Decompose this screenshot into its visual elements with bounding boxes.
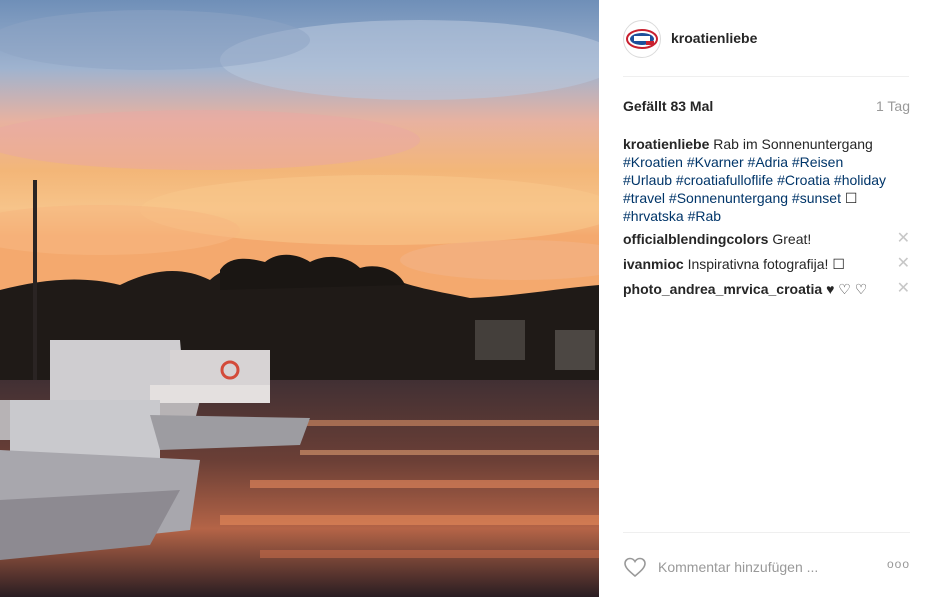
hashtag[interactable]: #holiday <box>834 172 886 188</box>
likes-count[interactable]: Gefällt 83 Mal <box>623 98 713 114</box>
close-icon[interactable]: ✕ <box>897 280 910 298</box>
comment-text: Inspirativna fotografija! ☐ <box>687 256 845 272</box>
post-username[interactable]: kroatienliebe <box>671 30 757 46</box>
hashtag[interactable]: #travel <box>623 190 665 206</box>
instagram-post: kroatienliebe Gefällt 83 Mal 1 Tag kroat… <box>0 0 930 597</box>
comment: officialblendingcolors Great! ✕ <box>623 230 910 255</box>
heart-icon[interactable] <box>623 555 647 579</box>
likes-row: Gefällt 83 Mal 1 Tag <box>623 98 910 116</box>
emoji-placeholder: ☐ <box>844 190 858 206</box>
comment-input[interactable]: Kommentar hinzufügen ... <box>658 559 818 575</box>
hashtag[interactable]: #sunset <box>792 190 841 206</box>
hashtag[interactable]: #croatiafulloflife <box>676 172 773 188</box>
hashtag[interactable]: #Rab <box>688 208 721 224</box>
hashtag[interactable]: #Sonnenuntergang <box>669 190 788 206</box>
hashtag[interactable]: #Reisen <box>792 154 843 170</box>
hashtag[interactable]: #Kroatien <box>623 154 683 170</box>
comments-list: kroatienliebe Rab im Sonnenuntergang #Kr… <box>623 135 910 305</box>
close-icon[interactable]: ✕ <box>897 255 910 273</box>
post-header: kroatienliebe <box>623 20 909 77</box>
sunset-harbor-image <box>0 0 599 597</box>
post-photo[interactable] <box>0 0 599 597</box>
caption-text: Rab im Sonnenuntergang <box>713 136 873 152</box>
caption: kroatienliebe Rab im Sonnenuntergang #Kr… <box>623 135 893 225</box>
comment-text: Great! <box>772 231 812 247</box>
hashtag[interactable]: #Croatia <box>777 172 830 188</box>
hashtag[interactable]: #Kvarner <box>687 154 744 170</box>
comment-username[interactable]: photo_andrea_mrvica_croatia <box>623 281 822 297</box>
post-age[interactable]: 1 Tag <box>876 98 910 114</box>
comment-username[interactable]: ivanmioc <box>623 256 684 272</box>
hashtag[interactable]: #hrvatska <box>623 208 684 224</box>
comment-text: ♥ ♡ ♡ <box>826 281 868 297</box>
more-options-icon[interactable]: ooo <box>887 557 910 571</box>
comment: photo_andrea_mrvica_croatia ♥ ♡ ♡ ✕ <box>623 280 910 305</box>
comment-bar: Kommentar hinzufügen ... ooo <box>623 532 910 598</box>
caption-username[interactable]: kroatienliebe <box>623 136 709 152</box>
avatar[interactable] <box>623 20 661 58</box>
kroatienliebe-logo-icon <box>626 29 658 49</box>
close-icon[interactable]: ✕ <box>897 230 910 248</box>
post-sidebar: kroatienliebe Gefällt 83 Mal 1 Tag kroat… <box>599 0 930 597</box>
comment: ivanmioc Inspirativna fotografija! ☐ ✕ <box>623 255 910 280</box>
hashtag[interactable]: #Adria <box>748 154 788 170</box>
comment-username[interactable]: officialblendingcolors <box>623 231 768 247</box>
hashtag[interactable]: #Urlaub <box>623 172 672 188</box>
